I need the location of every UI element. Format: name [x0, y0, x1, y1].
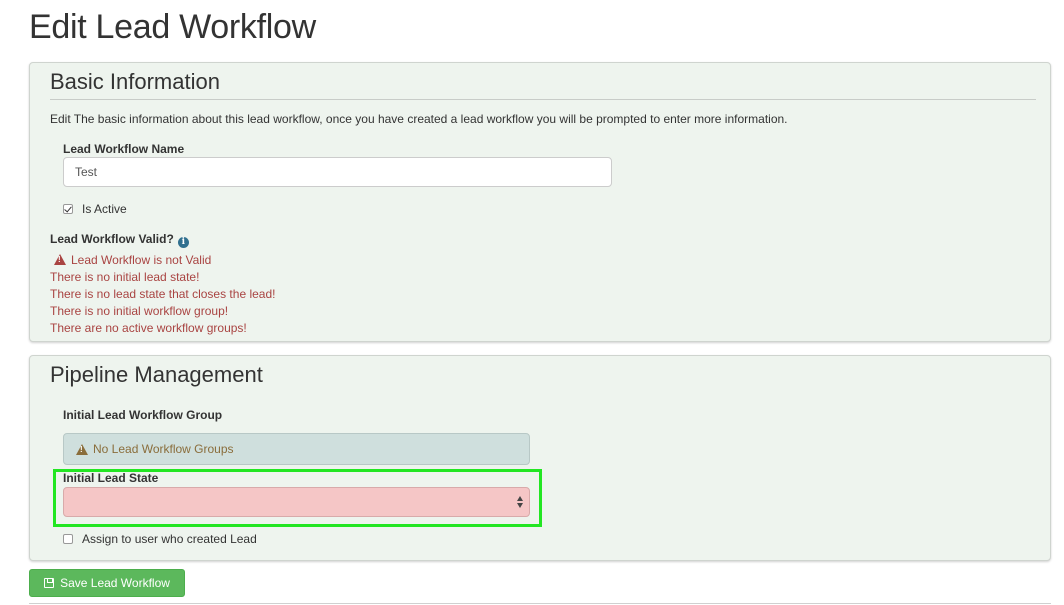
pipeline-management-panel: Pipeline Management Initial Lead Workflo… — [29, 355, 1051, 561]
footer-divider — [29, 603, 1051, 604]
error-message: There is no lead state that closes the l… — [50, 287, 276, 301]
error-message: There are no active workflow groups! — [50, 321, 247, 335]
lead-workflow-name-input[interactable] — [63, 157, 612, 187]
save-lead-workflow-label: Save Lead Workflow — [60, 576, 170, 590]
select-updown-arrows-icon — [517, 496, 525, 510]
error-message: There is no initial workflow group! — [50, 304, 229, 318]
initial-workflow-group-label: Initial Lead Workflow Group — [63, 408, 223, 422]
basic-information-panel: Basic Information Edit The basic informa… — [29, 62, 1051, 342]
basic-information-title: Basic Information — [50, 69, 220, 94]
warning-triangle-icon — [76, 443, 88, 455]
workflow-invalid-status: Lead Workflow is not Valid — [54, 253, 211, 267]
workflow-invalid-status-text: Lead Workflow is not Valid — [71, 253, 212, 267]
is-active-label: Is Active — [82, 202, 127, 216]
assign-creator-row: Assign to user who created Lead — [63, 532, 257, 546]
panel-divider — [50, 99, 1036, 100]
save-lead-workflow-button[interactable]: Save Lead Workflow — [29, 569, 185, 597]
no-workflow-groups-text: No Lead Workflow Groups — [93, 442, 234, 456]
no-workflow-groups-alert: No Lead Workflow Groups — [63, 433, 530, 465]
basic-information-description: Edit The basic information about this le… — [50, 112, 788, 126]
info-circle-icon[interactable]: i — [177, 237, 189, 248]
workflow-valid-label: Lead Workflow Valid? — [50, 232, 174, 246]
assign-creator-label: Assign to user who created Lead — [82, 532, 257, 546]
lead-workflow-name-label: Lead Workflow Name — [63, 142, 185, 156]
assign-creator-checkbox[interactable] — [63, 534, 73, 544]
page-title: Edit Lead Workflow — [29, 8, 316, 46]
workflow-valid-heading: Lead Workflow Valid? i — [50, 232, 189, 248]
warning-triangle-icon — [54, 254, 66, 265]
initial-lead-state-select[interactable] — [63, 487, 530, 517]
is-active-row: Is Active — [63, 202, 127, 216]
floppy-disk-icon — [44, 578, 55, 588]
pipeline-management-title: Pipeline Management — [50, 362, 263, 387]
initial-lead-state-label: Initial Lead State — [63, 471, 159, 485]
error-message: There is no initial lead state! — [50, 270, 200, 284]
is-active-checkbox[interactable] — [63, 204, 73, 214]
